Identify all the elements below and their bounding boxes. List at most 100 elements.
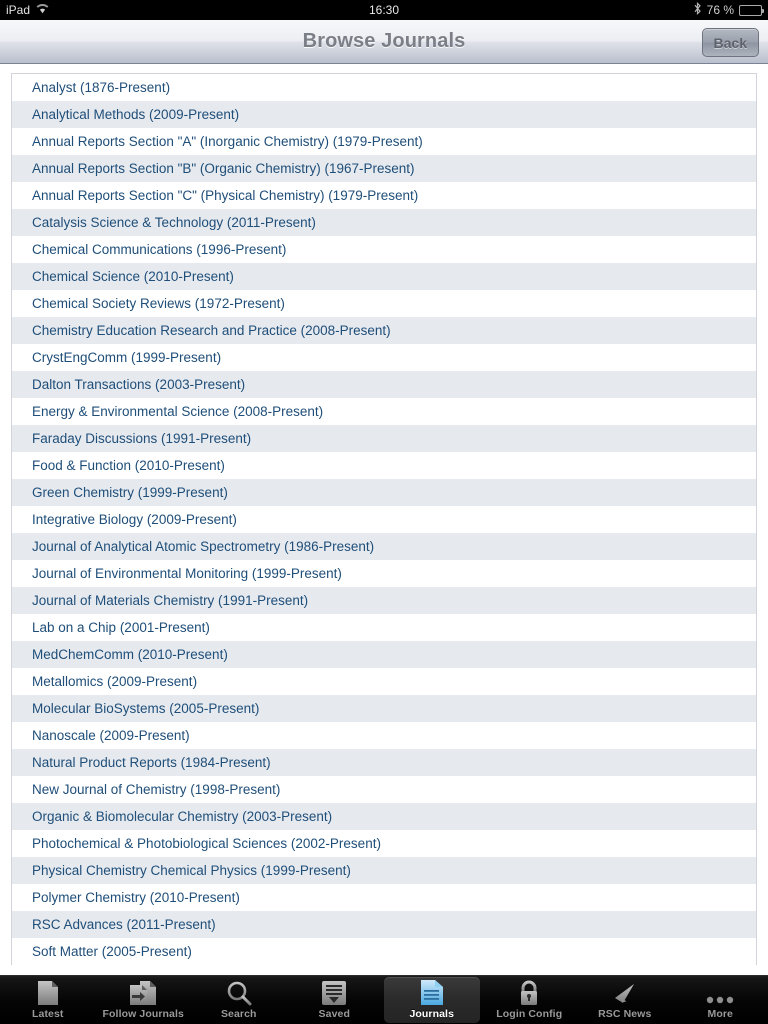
journal-row-label: MedChemComm (2010-Present)	[32, 641, 228, 668]
journal-row[interactable]: Nanoscale (2009-Present)	[12, 722, 756, 749]
tab-label: RSC News	[598, 1008, 651, 1020]
status-bar: iPad 16:30 76 %	[0, 0, 768, 20]
journal-row[interactable]: Molecular BioSystems (2005-Present)	[12, 695, 756, 722]
page-title: Browse Journals	[303, 30, 466, 53]
journal-row[interactable]: Journal of Analytical Atomic Spectrometr…	[12, 533, 756, 560]
search-icon	[226, 980, 252, 1006]
journal-row[interactable]: Natural Product Reports (1984-Present)	[12, 749, 756, 776]
navigation-bar: Browse Journals Back	[0, 20, 768, 64]
journal-row-label: Annual Reports Section "C" (Physical Che…	[32, 182, 418, 209]
journal-row-label: Food & Function (2010-Present)	[32, 452, 225, 479]
journal-row-label: Green Chemistry (1999-Present)	[32, 479, 228, 506]
tab-label: Search	[221, 1008, 257, 1020]
journal-row-label: Nanoscale (2009-Present)	[32, 722, 190, 749]
tab-label: More	[708, 1008, 734, 1020]
tab-item-saved[interactable]: Saved	[287, 976, 383, 1024]
tab-item-follow-journals[interactable]: Follow Journals	[96, 976, 192, 1024]
journal-row-label: Chemical Communications (1996-Present)	[32, 236, 286, 263]
journal-row-label: Organic & Biomolecular Chemistry (2003-P…	[32, 803, 332, 830]
journal-row[interactable]: Food & Function (2010-Present)	[12, 452, 756, 479]
app-root: iPad 16:30 76 % Browse Journals Back	[0, 0, 768, 1024]
journal-row-label: Journal of Environmental Monitoring (199…	[32, 560, 342, 587]
journal-row-label: Catalysis Science & Technology (2011-Pre…	[32, 209, 316, 236]
ellipsis-icon	[705, 980, 735, 1006]
journal-row-label: Metallomics (2009-Present)	[32, 668, 197, 695]
journal-row[interactable]: Annual Reports Section "B" (Organic Chem…	[12, 155, 756, 182]
journal-row-label: CrystEngComm (1999-Present)	[32, 344, 221, 371]
journal-row-label: Natural Product Reports (1984-Present)	[32, 749, 271, 776]
journal-row[interactable]: Journal of Materials Chemistry (1991-Pre…	[12, 587, 756, 614]
battery-percent-label: 76 %	[707, 3, 734, 17]
tab-label: Saved	[319, 1008, 350, 1020]
journal-row[interactable]: MedChemComm (2010-Present)	[12, 641, 756, 668]
tab-label: Latest	[32, 1008, 64, 1020]
tab-label: Follow Journals	[103, 1008, 184, 1020]
tab-bar: Latest Follow Journals Search Saved Jour…	[0, 975, 768, 1024]
journal-row-label: RSC Advances (2011-Present)	[32, 911, 216, 938]
document-icon	[36, 980, 60, 1006]
journal-row-label: Physical Chemistry Chemical Physics (199…	[32, 857, 351, 884]
journal-row[interactable]: Polymer Chemistry (2010-Present)	[12, 884, 756, 911]
journal-row-label: Energy & Environmental Science (2008-Pre…	[32, 398, 323, 425]
journal-row-label: Dalton Transactions (2003-Present)	[32, 371, 245, 398]
journal-row[interactable]: Chemistry Education Research and Practic…	[12, 317, 756, 344]
journal-row-label: Polymer Chemistry (2010-Present)	[32, 884, 240, 911]
journal-row[interactable]: New Journal of Chemistry (1998-Present)	[12, 776, 756, 803]
bluetooth-icon	[693, 2, 702, 18]
journal-row[interactable]: Catalysis Science & Technology (2011-Pre…	[12, 209, 756, 236]
tab-item-search[interactable]: Search	[191, 976, 287, 1024]
journal-row-label: Annual Reports Section "A" (Inorganic Ch…	[32, 128, 423, 155]
journal-row-label: Lab on a Chip (2001-Present)	[32, 614, 210, 641]
journal-row-label: Faraday Discussions (1991-Present)	[32, 425, 251, 452]
journal-table: Analyst (1876-Present)Analytical Methods…	[11, 73, 757, 965]
journal-row[interactable]: Annual Reports Section "A" (Inorganic Ch…	[12, 128, 756, 155]
journal-row[interactable]: Energy & Environmental Science (2008-Pre…	[12, 398, 756, 425]
journal-row[interactable]: Lab on a Chip (2001-Present)	[12, 614, 756, 641]
tab-item-more[interactable]: More	[673, 976, 768, 1024]
status-bar-right: 76 %	[693, 0, 762, 20]
journal-row[interactable]: CrystEngComm (1999-Present)	[12, 344, 756, 371]
tab-item-latest[interactable]: Latest	[0, 976, 96, 1024]
tab-item-login-config[interactable]: Login Config	[482, 976, 578, 1024]
tab-item-rsc-news[interactable]: RSC News	[577, 976, 673, 1024]
journal-row[interactable]: Dalton Transactions (2003-Present)	[12, 371, 756, 398]
battery-icon	[739, 5, 762, 16]
journal-row[interactable]: Journal of Environmental Monitoring (199…	[12, 560, 756, 587]
journal-row[interactable]: Chemical Science (2010-Present)	[12, 263, 756, 290]
journal-row[interactable]: Photochemical & Photobiological Sciences…	[12, 830, 756, 857]
journal-row-label: Analyst (1876-Present)	[32, 74, 170, 101]
journal-row[interactable]: Chemical Society Reviews (1972-Present)	[12, 290, 756, 317]
lock-icon	[517, 980, 541, 1006]
document-arrow-icon	[128, 980, 158, 1006]
journal-row-label: Integrative Biology (2009-Present)	[32, 506, 237, 533]
journal-row-label: Chemical Society Reviews (1972-Present)	[32, 290, 285, 317]
journal-row-label: Photochemical & Photobiological Sciences…	[32, 830, 381, 857]
journal-list-container: Analyst (1876-Present)Analytical Methods…	[0, 64, 768, 975]
journal-row[interactable]: Organic & Biomolecular Chemistry (2003-P…	[12, 803, 756, 830]
journal-row[interactable]: Analyst (1876-Present)	[12, 74, 756, 101]
journal-row[interactable]: Green Chemistry (1999-Present)	[12, 479, 756, 506]
saved-inbox-icon	[321, 980, 347, 1006]
journal-row[interactable]: Metallomics (2009-Present)	[12, 668, 756, 695]
journal-row[interactable]: Chemical Communications (1996-Present)	[12, 236, 756, 263]
journal-row[interactable]: Integrative Biology (2009-Present)	[12, 506, 756, 533]
tab-item-journals[interactable]: Journals	[384, 977, 480, 1023]
back-button[interactable]: Back	[702, 28, 759, 57]
journal-row[interactable]: Physical Chemistry Chemical Physics (199…	[12, 857, 756, 884]
journal-row-label: Soft Matter (2005-Present)	[32, 938, 192, 965]
journal-row-label: Chemistry Education Research and Practic…	[32, 317, 391, 344]
tab-label: Login Config	[496, 1008, 562, 1020]
journal-row[interactable]: RSC Advances (2011-Present)	[12, 911, 756, 938]
journal-row-label: Molecular BioSystems (2005-Present)	[32, 695, 259, 722]
journal-row-label: New Journal of Chemistry (1998-Present)	[32, 776, 280, 803]
journal-row[interactable]: Faraday Discussions (1991-Present)	[12, 425, 756, 452]
journal-row[interactable]: Annual Reports Section "C" (Physical Che…	[12, 182, 756, 209]
journal-icon	[419, 980, 445, 1006]
journal-row-label: Journal of Analytical Atomic Spectrometr…	[32, 533, 374, 560]
status-bar-time: 16:30	[0, 3, 768, 17]
journal-row[interactable]: Analytical Methods (2009-Present)	[12, 101, 756, 128]
journal-row-label: Journal of Materials Chemistry (1991-Pre…	[32, 587, 308, 614]
journal-row-label: Analytical Methods (2009-Present)	[32, 101, 239, 128]
journal-row-label: Chemical Science (2010-Present)	[32, 263, 234, 290]
journal-row[interactable]: Soft Matter (2005-Present)	[12, 938, 756, 965]
